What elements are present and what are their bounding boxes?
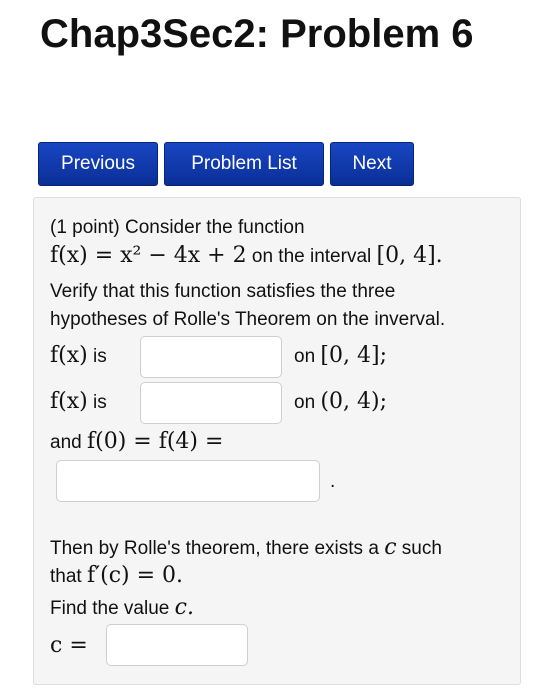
row2-interval: (0, 4); — [320, 389, 387, 414]
row2-label: f(x) is — [50, 390, 107, 415]
rolle-line-2-expr: f′(c) = 0. — [86, 563, 184, 588]
next-button[interactable]: Next — [330, 142, 414, 186]
problem-nav: Previous Problem List Next — [38, 142, 414, 186]
rolle-line-1-end: such — [401, 538, 442, 559]
row1-is: is — [93, 346, 107, 367]
verify-line-2: hypotheses of Rolle's Theorem on the inv… — [50, 309, 446, 330]
row1-fx: f(x) — [50, 343, 88, 368]
continuity-answer-input[interactable] — [140, 336, 282, 378]
row1-interval: [0, 4]; — [320, 343, 387, 368]
rolle-line-2-text: that — [50, 566, 82, 587]
row2-fx: f(x) — [50, 389, 88, 414]
row2-is: is — [93, 392, 107, 413]
endpoint-value-input[interactable] — [56, 460, 320, 502]
row3-and: and — [50, 432, 82, 453]
find-line: Find the value c. — [50, 596, 194, 621]
row2-interval-label: on (0, 4); — [294, 390, 387, 415]
row1-interval-label: on [0, 4]; — [294, 344, 387, 369]
find-c: c. — [174, 595, 194, 620]
previous-button[interactable]: Previous — [38, 142, 158, 186]
verify-line-1: Verify that this function satisfies the … — [50, 281, 396, 302]
differentiability-answer-input[interactable] — [140, 382, 282, 424]
row1-label: f(x) is — [50, 344, 107, 369]
c-value-input[interactable] — [106, 624, 248, 666]
find-text: Find the value — [50, 598, 170, 619]
row2-on: on — [294, 392, 316, 413]
rolle-line-2: that f′(c) = 0. — [50, 564, 183, 589]
function-line: f(x) = x² − 4x + 2 on the interval [0, 4… — [50, 244, 443, 269]
rolle-c: c — [384, 535, 397, 560]
problem-intro: (1 point) Consider the function — [50, 217, 305, 238]
problem-list-button[interactable]: Problem List — [164, 142, 324, 186]
c-label: c = — [50, 633, 88, 658]
interval-text: on the interval — [251, 246, 372, 267]
row3-label: and f(0) = f(4) = — [50, 430, 223, 455]
page-title: Chap3Sec2: Problem 6 — [40, 12, 474, 56]
row3-expr: f(0) = f(4) = — [86, 429, 224, 454]
problem-panel: (1 point) Consider the function f(x) = x… — [33, 197, 521, 685]
row3-period: . — [330, 471, 336, 492]
row1-on: on — [294, 346, 316, 367]
function-expression: f(x) = x² − 4x + 2 — [50, 243, 247, 268]
rolle-line-1: Then by Rolle's theorem, there exists a … — [50, 536, 442, 561]
rolle-line-1-text: Then by Rolle's theorem, there exists a — [50, 538, 379, 559]
interval-value: [0, 4]. — [376, 243, 443, 268]
